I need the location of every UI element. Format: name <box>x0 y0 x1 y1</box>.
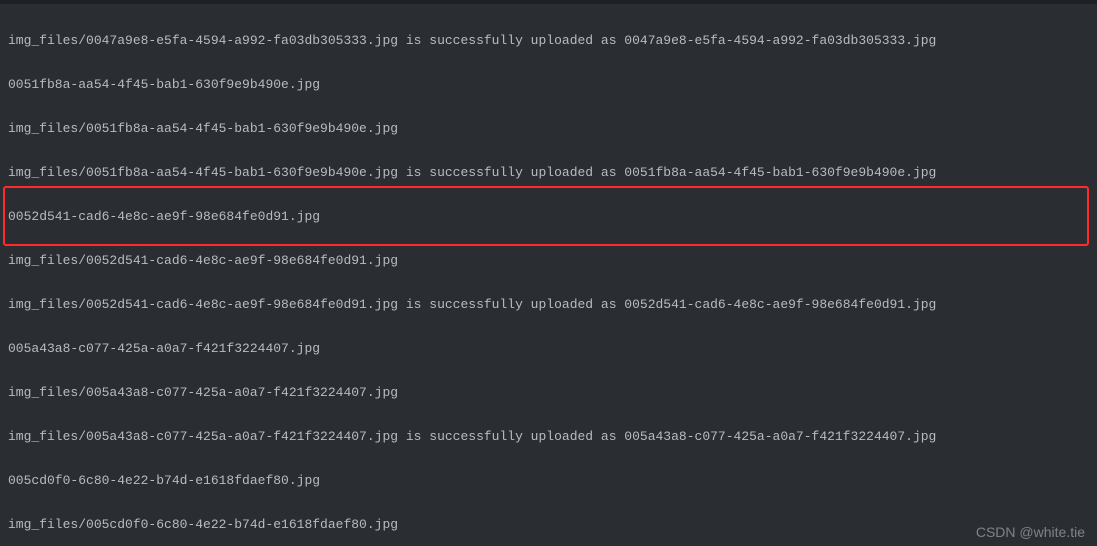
terminal-line: img_files/005a43a8-c077-425a-a0a7-f421f3… <box>8 426 1089 448</box>
terminal-line: img_files/0047a9e8-e5fa-4594-a992-fa03db… <box>8 30 1089 52</box>
terminal-line: 0051fb8a-aa54-4f45-bab1-630f9e9b490e.jpg <box>8 74 1089 96</box>
terminal-line: img_files/005cd0f0-6c80-4e22-b74d-e1618f… <box>8 514 1089 536</box>
terminal-line: img_files/0052d541-cad6-4e8c-ae9f-98e684… <box>8 294 1089 316</box>
terminal-line: img_files/0051fb8a-aa54-4f45-bab1-630f9e… <box>8 162 1089 184</box>
terminal-line: 0052d541-cad6-4e8c-ae9f-98e684fe0d91.jpg <box>8 206 1089 228</box>
terminal-line: 005cd0f0-6c80-4e22-b74d-e1618fdaef80.jpg <box>8 470 1089 492</box>
terminal-line: 005a43a8-c077-425a-a0a7-f421f3224407.jpg <box>8 338 1089 360</box>
terminal-output[interactable]: img_files/0047a9e8-e5fa-4594-a992-fa03db… <box>0 4 1097 546</box>
terminal-line: img_files/0052d541-cad6-4e8c-ae9f-98e684… <box>8 250 1089 272</box>
terminal-line: img_files/005a43a8-c077-425a-a0a7-f421f3… <box>8 382 1089 404</box>
terminal-line: img_files/0051fb8a-aa54-4f45-bab1-630f9e… <box>8 118 1089 140</box>
